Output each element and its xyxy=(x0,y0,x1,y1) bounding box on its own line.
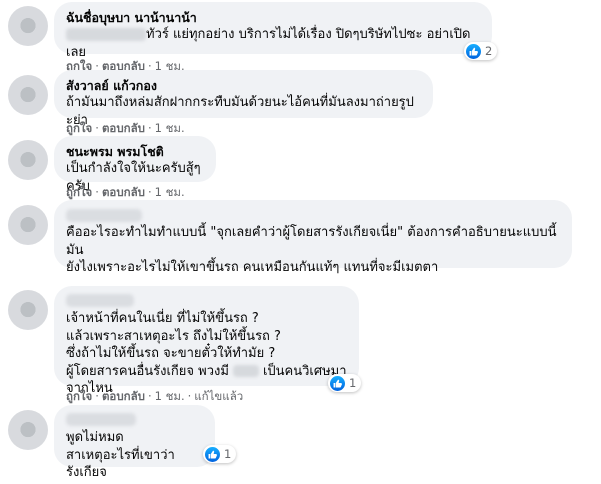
avatar[interactable] xyxy=(8,205,48,245)
comment-actions: ถูกใจ · ตอบกลับ · 1 ชม. xyxy=(66,121,185,135)
like-link[interactable]: ถูกใจ xyxy=(66,121,92,135)
comment-text-line: ซึ่งถ้าไม่ให้ขึ้นรถ จะขายตั๋วให้ทำมัย ? xyxy=(66,346,276,361)
comment-author[interactable]: ฉันชื่อบุษบา นาน้านาน้า xyxy=(66,10,480,26)
redacted-author xyxy=(66,294,134,307)
comment-actions: ถูกใจ · ตอบกลับ · 1 ชม. xyxy=(66,185,185,199)
redacted-author xyxy=(66,413,136,426)
reply-link[interactable]: ตอบกลับ xyxy=(102,389,145,403)
comment-author[interactable]: ชนะพรม พรมโชติ xyxy=(66,144,204,160)
comment-text-line: แล้วเพราะสาเหตุอะไร ถึงไม่ให้ขึ้นรถ ? xyxy=(66,328,281,344)
comment-author[interactable]: สังวาลย์ แก้วกอง xyxy=(66,78,421,94)
comment-bubble: คืออะไรอะทำไมทำแบบนี้ "จุกเลยคำว่าผู้โดย… xyxy=(54,200,572,275)
comment-text-line: เจ้าหน้าที่คนในเนี่ย ที่ไม่ให้ขึ้นรถ ? xyxy=(66,311,259,326)
avatar[interactable] xyxy=(8,140,48,180)
comment-text-line: พูดไม่หมด xyxy=(66,430,124,445)
comment-bubble: เจ้าหน้าที่คนในเนี่ย ที่ไม่ให้ขึ้นรถ ? แ… xyxy=(54,286,359,396)
like-reaction-icon xyxy=(205,446,220,462)
avatar[interactable] xyxy=(8,290,48,330)
timestamp[interactable]: 1 ชม. xyxy=(155,389,185,403)
reply-link[interactable]: ตอบกลับ xyxy=(102,121,145,135)
reaction-count[interactable]: 1 xyxy=(203,445,237,463)
timestamp[interactable]: 1 ชม. xyxy=(155,121,185,135)
comment-actions: ถูกใจ · ตอบกลับ · 1 ชม. · แก้ไขแล้ว xyxy=(66,389,244,403)
redacted-text xyxy=(232,365,259,377)
like-link[interactable]: ถูกใจ xyxy=(66,185,92,199)
comment-text-line: ยังไงเพราะอะไรไม่ให้เขาขึ้นรถ คนเหมือนกั… xyxy=(66,260,439,275)
comment-bubble: พูดไม่หมด สาเหตุอะไรที่เขาว่ารังเกียจ xyxy=(54,405,215,480)
avatar[interactable] xyxy=(8,6,48,46)
like-link[interactable]: ถูกใจ xyxy=(66,389,92,403)
comment-text: ทัวร์ แย่ทุกอย่าง บริการไม่ได้เรื่อง ปิด… xyxy=(66,27,471,60)
reaction-count[interactable]: 1 xyxy=(328,374,362,392)
reaction-count[interactable]: 2 xyxy=(464,42,498,60)
comment-bubble: ฉันชื่อบุษบา นาน้านาน้า ทัวร์ แย่ทุกอย่า… xyxy=(54,2,492,60)
like-reaction-icon xyxy=(466,43,481,59)
like-reaction-icon xyxy=(330,375,345,391)
edited-label[interactable]: แก้ไขแล้ว xyxy=(194,389,243,403)
redacted-text xyxy=(66,28,146,41)
avatar[interactable] xyxy=(8,410,48,450)
reply-link[interactable]: ตอบกลับ xyxy=(102,185,145,199)
avatar[interactable] xyxy=(8,75,48,115)
comment-bubble: ชนะพรม พรมโชติ เป็นกำลังใจให้นะครับสู้ๆค… xyxy=(54,136,216,194)
redacted-author xyxy=(66,209,142,222)
timestamp[interactable]: 1 ชม. xyxy=(155,185,185,199)
comment-text-line: สาเหตุอะไรที่เขาว่ารังเกียจ xyxy=(66,447,175,481)
comment-text-line: คืออะไรอะทำไมทำแบบนี้ "จุกเลยคำว่าผู้โดย… xyxy=(66,225,561,258)
comment-bubble: สังวาลย์ แก้วกอง ถ้ามันมาถึงหล่มสักฝากกร… xyxy=(54,70,433,128)
